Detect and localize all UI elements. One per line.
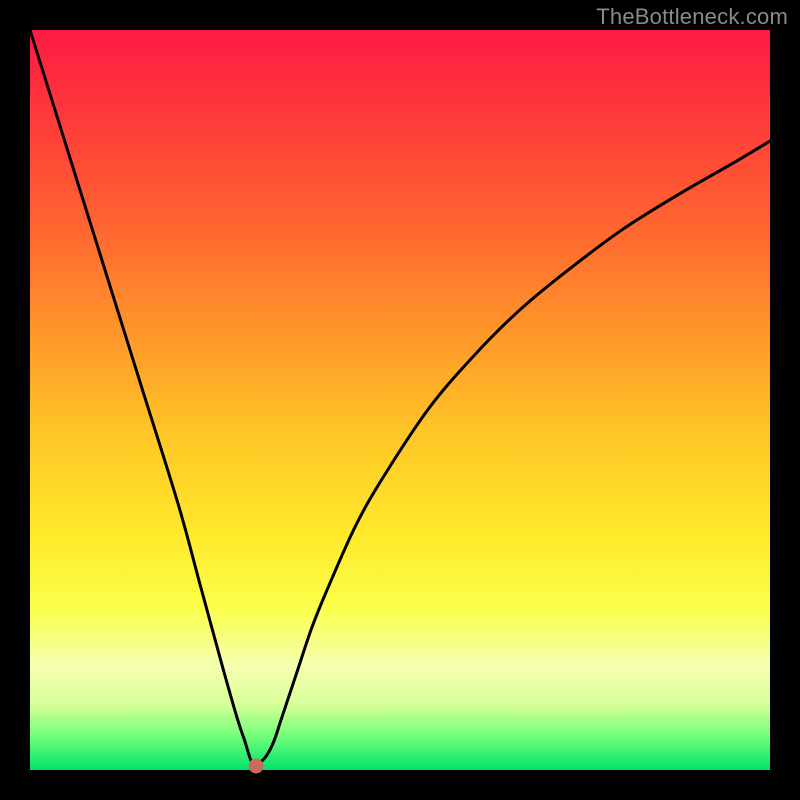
optimal-point-marker <box>248 759 263 774</box>
watermark-text: TheBottleneck.com <box>596 4 788 30</box>
bottleneck-curve <box>30 30 770 770</box>
plot-area <box>30 30 770 770</box>
chart-frame: TheBottleneck.com <box>0 0 800 800</box>
